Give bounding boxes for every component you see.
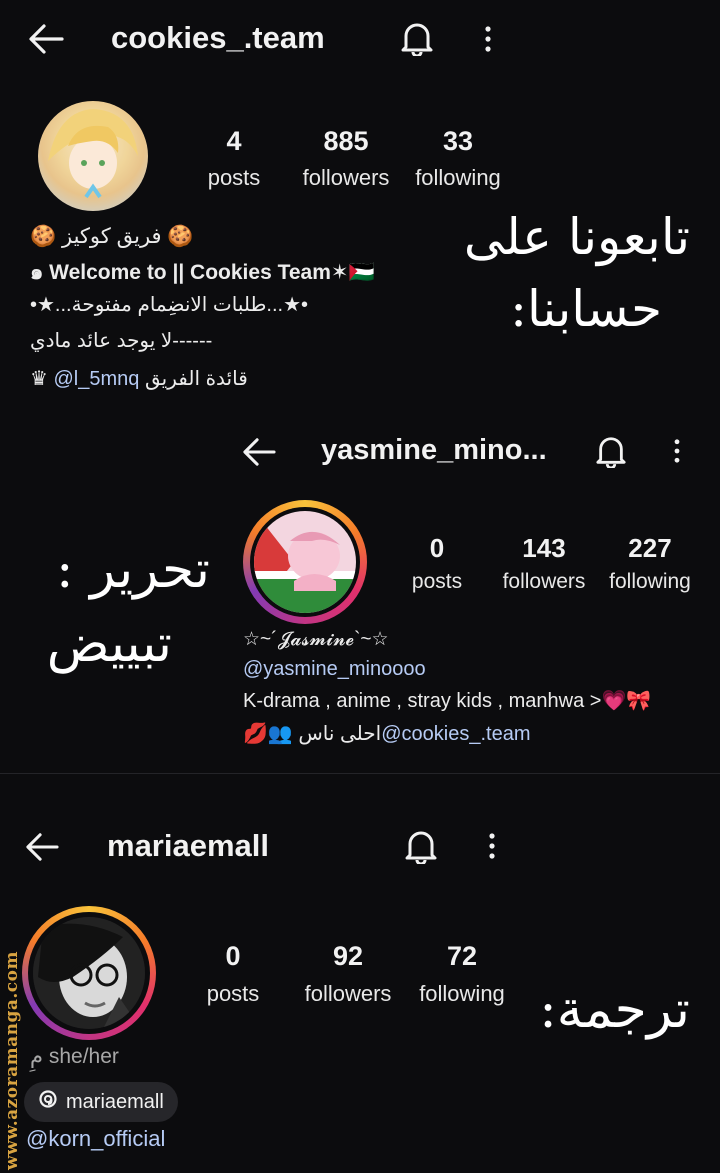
profile3-followers-count[interactable]: 92 bbox=[308, 941, 388, 972]
profile2-following-label[interactable]: following bbox=[600, 570, 700, 594]
profile2-avatar[interactable] bbox=[250, 507, 360, 617]
more-options-icon[interactable] bbox=[488, 833, 496, 859]
profile2-followers-label[interactable]: followers bbox=[494, 570, 594, 594]
back-arrow-icon[interactable] bbox=[24, 831, 60, 863]
profile1-leader-mention[interactable]: @l_5mnq bbox=[54, 368, 140, 390]
profile3-posts-count[interactable]: 0 bbox=[203, 941, 263, 972]
profile2-mention-line: 💋👥 احلى ناس@cookies_.team bbox=[243, 721, 530, 746]
threads-icon bbox=[38, 1089, 58, 1115]
profile3-pronouns: she/her bbox=[48, 1045, 119, 1068]
profile3-following-label[interactable]: following bbox=[412, 981, 512, 1007]
profile3-threads-badge[interactable]: mariaemall bbox=[24, 1082, 178, 1122]
profile1-bio-line-4: لا يوجد عائد مادي------ bbox=[30, 330, 213, 352]
profile2-mention-suffix: 💋👥 احلى ناس bbox=[243, 723, 382, 745]
profile1-bio-line-2: ๑ Welcome to || Cookies Team✶🇵🇸 bbox=[30, 261, 375, 284]
profile3-following-count[interactable]: 72 bbox=[422, 941, 502, 972]
profile1-bio-line-3: •★...طلبات الانضِمام مفتوحة...★• bbox=[30, 294, 309, 316]
profile2-posts-count[interactable]: 0 bbox=[407, 533, 467, 564]
section-divider bbox=[0, 773, 720, 774]
profile3-avatar[interactable] bbox=[28, 912, 150, 1034]
profile3-posts-label[interactable]: posts bbox=[193, 981, 273, 1007]
profile3-followers-label[interactable]: followers bbox=[298, 981, 398, 1007]
profile1-avatar[interactable] bbox=[38, 101, 148, 211]
profile3-link[interactable]: @korn_official bbox=[26, 1126, 165, 1152]
annotation-edit-line1: تحرير : bbox=[56, 540, 210, 600]
more-options-icon[interactable] bbox=[484, 26, 492, 52]
bell-icon[interactable] bbox=[404, 828, 438, 864]
profile1-followers-label[interactable]: followers bbox=[296, 165, 396, 191]
profile1-leader-crown: ♛ bbox=[30, 368, 54, 390]
profile1-followers-count[interactable]: 885 bbox=[306, 126, 386, 157]
annotation-edit-line2: تبييض bbox=[46, 614, 172, 674]
profile3-username: mariaemall bbox=[107, 828, 269, 863]
profile2-posts-label[interactable]: posts bbox=[397, 570, 477, 594]
profile3-threads-label: mariaemall bbox=[66, 1090, 164, 1113]
profile2-handle[interactable]: @yasmine_minoooo bbox=[243, 658, 426, 681]
profile1-posts-count[interactable]: 4 bbox=[204, 126, 264, 157]
bell-icon[interactable] bbox=[400, 20, 434, 56]
annotation-translate: ترجمة: bbox=[539, 980, 690, 1040]
back-arrow-icon[interactable] bbox=[242, 436, 276, 468]
profile1-posts-label[interactable]: posts bbox=[194, 165, 274, 191]
profile2-following-count[interactable]: 227 bbox=[610, 533, 690, 564]
profile3-pronouns-line: مِ she/her bbox=[30, 1044, 119, 1069]
profile2-mention[interactable]: @cookies_.team bbox=[381, 723, 530, 745]
profile2-bio-line: K-drama , anime , stray kids , manhwa >💗… bbox=[243, 690, 652, 712]
profile1-bio-line-5: ♛ @l_5mnq قائدة الفريق bbox=[30, 366, 248, 391]
profile2-username: yasmine_mino... bbox=[321, 434, 547, 466]
annotation-follow-line2: حسابنا: bbox=[510, 280, 662, 338]
bell-icon[interactable] bbox=[595, 434, 627, 468]
profile1-leader-label: قائدة الفريق bbox=[139, 368, 248, 390]
watermark-text: www.azoramanga.com bbox=[2, 951, 22, 1170]
profile2-display-name: ☆~´𝓙𝓪𝓼𝓶𝓲𝓷𝓮`~☆ bbox=[243, 629, 389, 650]
annotation-follow-line1: تابعونا على bbox=[463, 208, 690, 266]
profile2-followers-count[interactable]: 143 bbox=[504, 533, 584, 564]
profile1-following-label[interactable]: following bbox=[408, 165, 508, 191]
more-options-icon[interactable] bbox=[673, 439, 681, 463]
profile1-bio-line-1: 🍪 فريق كوكيز 🍪 bbox=[30, 225, 194, 248]
profile1-username: cookies_.team bbox=[111, 20, 325, 55]
profile1-following-count[interactable]: 33 bbox=[418, 126, 498, 157]
back-arrow-icon[interactable] bbox=[28, 22, 64, 56]
